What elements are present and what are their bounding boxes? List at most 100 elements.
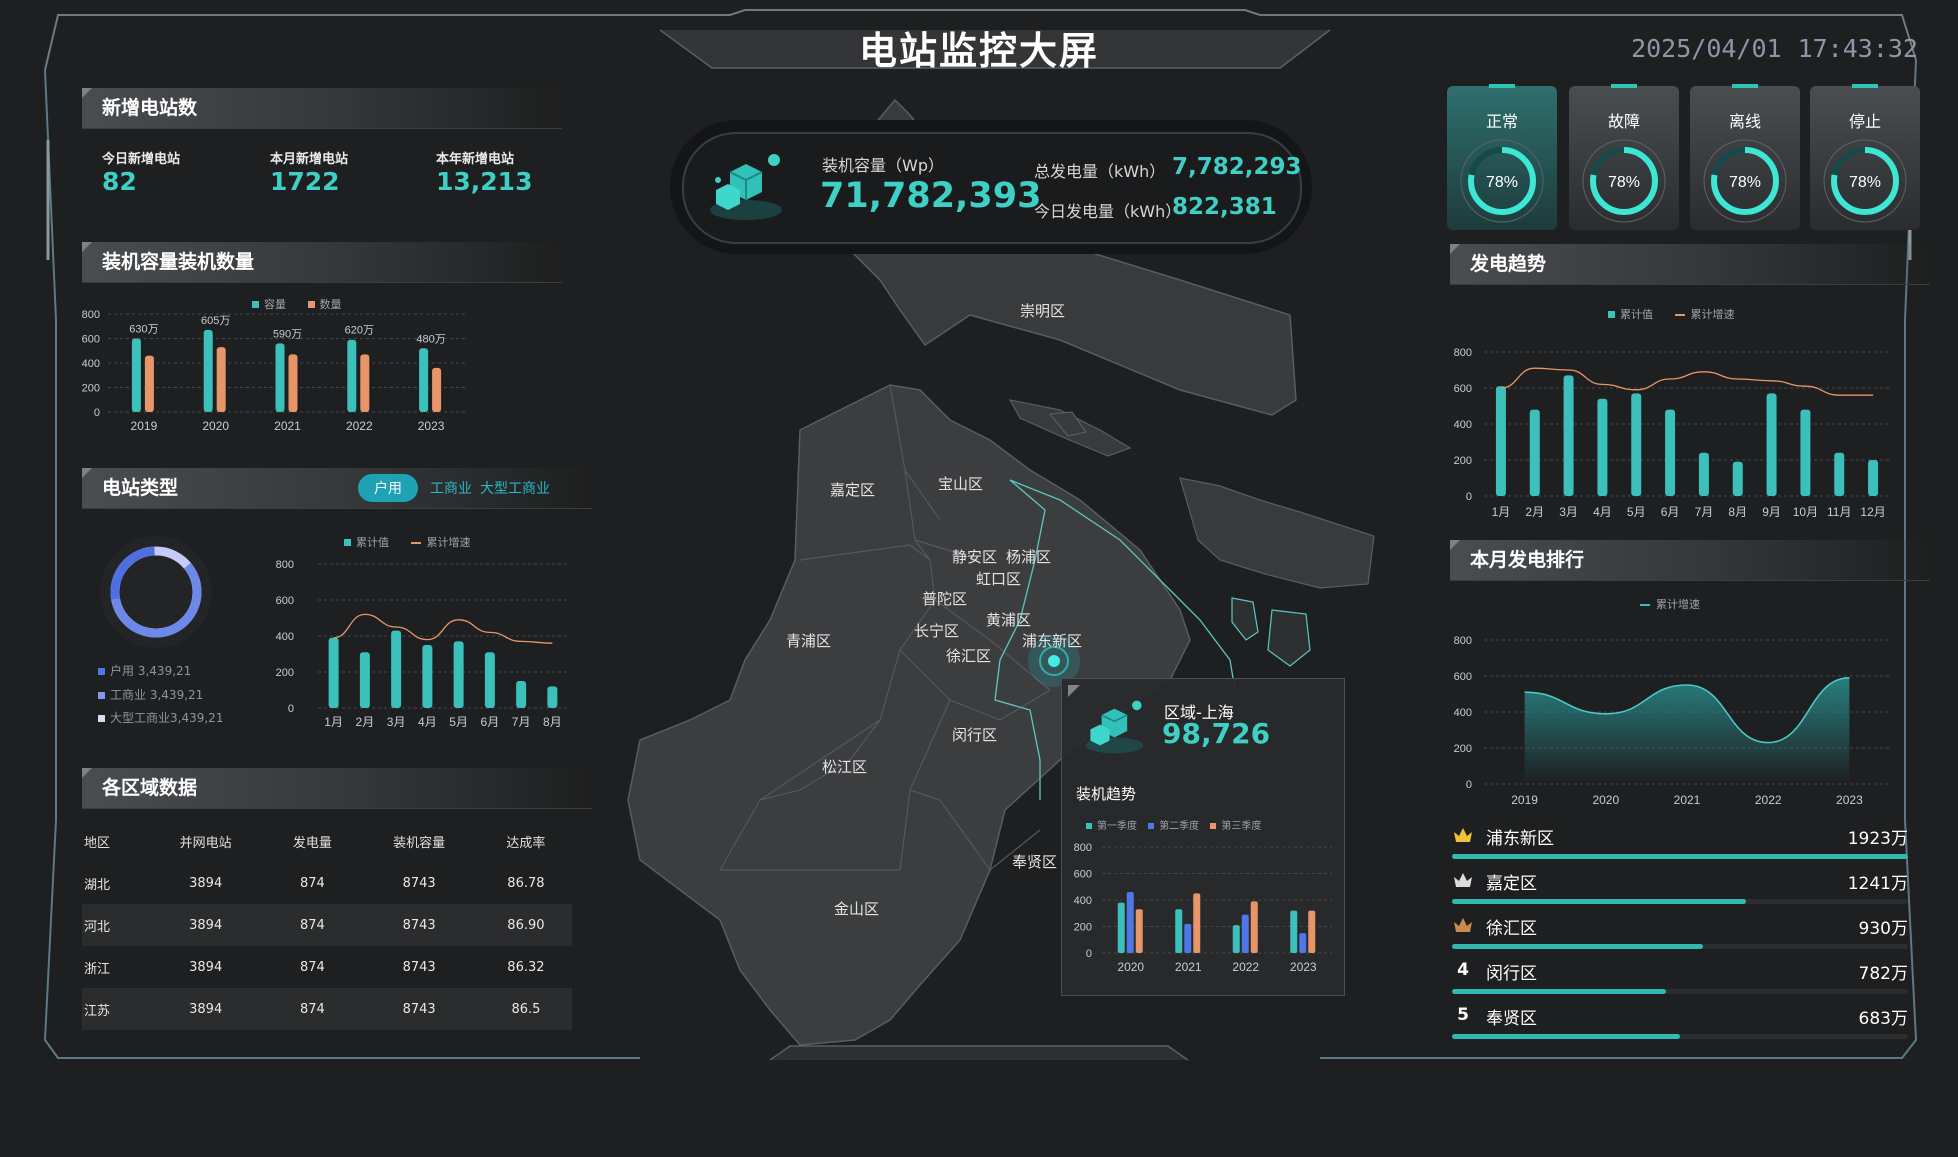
y-tick-label: 800: [1074, 842, 1092, 854]
capacity-bar-chart: 0 200 400 600 800 630万 2019 605万 2020 590万 2021 620…: [82, 309, 467, 433]
rank-number: 4: [1457, 960, 1469, 980]
donut-legend-large: 大型工商业3,439,21: [98, 709, 223, 726]
x-tick-label: 2022: [1755, 793, 1782, 807]
bar-count: [360, 354, 370, 412]
bar-gen-cumulative: [1495, 386, 1506, 496]
bar-quarter: [1135, 909, 1143, 953]
tab-residential[interactable]: 户用: [358, 474, 418, 502]
map-marker: [1048, 655, 1060, 667]
legend-swatch-q1: [1086, 823, 1092, 829]
bar-gen-cumulative: [1597, 398, 1608, 496]
x-tick-label: 9月: [1762, 505, 1781, 519]
cube-icon: [710, 154, 782, 220]
cell-rate: 86.90: [479, 904, 572, 946]
status-offline-card[interactable]: 离线 78%: [1690, 84, 1800, 230]
bar-gen-cumulative: [1563, 375, 1574, 496]
table-row[interactable]: 江苏 3894 874 8743 86.5: [82, 988, 572, 1030]
status-stopped-card[interactable]: 停止 78%: [1810, 84, 1920, 230]
bar-cumulative: [484, 652, 495, 708]
x-tick-label: 1月: [1492, 505, 1511, 519]
bar-quarter: [1250, 901, 1258, 953]
district-label: 宝山区: [938, 476, 983, 493]
status-normal-card[interactable]: 正常 78%: [1447, 84, 1557, 230]
rank-item[interactable]: 浦东新区 1923万: [1452, 818, 1908, 859]
rank-item[interactable]: 4 闵行区 782万: [1452, 953, 1908, 994]
y-tick-label: 200: [1454, 743, 1472, 755]
rank-name: 徐汇区: [1486, 919, 1537, 939]
x-tick-label: 2023: [1290, 960, 1317, 974]
bar-quarter: [1308, 910, 1316, 953]
district-label: 徐汇区: [946, 648, 991, 665]
cell-generation: 874: [300, 875, 325, 891]
status-fault-card[interactable]: 故障 78%: [1569, 84, 1679, 230]
cell-generation: 874: [266, 904, 359, 946]
status-label-fault: 故障: [1607, 112, 1640, 131]
bar-cumulative: [422, 645, 433, 708]
capacity-value: 71,782,393: [820, 176, 1042, 216]
table-row[interactable]: 浙江 3894 874 8743 86.32: [82, 946, 572, 988]
district-label: 金山区: [834, 901, 879, 918]
bar-quarter: [1126, 892, 1134, 953]
capacity-header: 装机容量装机数量: [82, 242, 562, 283]
y-tick-label: 800: [276, 559, 294, 571]
rank-number: 5: [1457, 1005, 1469, 1025]
rank-bar-fill: [1452, 899, 1747, 904]
total-gen-value: 7,782,293: [1172, 154, 1302, 180]
district-label: 虹口区: [976, 571, 1021, 588]
region-popup[interactable]: 区域-上海 98,726 装机趋势 第一季度 第二季度 第三季度 0 200 400…: [1061, 678, 1345, 996]
stat-value-today: 82: [102, 167, 137, 196]
table-row[interactable]: 湖北 3894 874 8743 86.78: [82, 862, 572, 904]
station-type-donut: [100, 536, 212, 648]
col-generation: 发电量: [292, 835, 332, 851]
status-cap: [1732, 84, 1758, 88]
district-label: 嘉定区: [830, 482, 875, 499]
ring-percent: 78%: [1729, 174, 1761, 191]
tab-commercial[interactable]: 工商业: [430, 481, 472, 497]
legend-swatch-q2: [1148, 823, 1155, 829]
legend-q2: 第二季度: [1159, 821, 1200, 832]
cell-stations: 3894: [145, 988, 267, 1030]
rank-item[interactable]: 5 奉贤区 683万: [1452, 998, 1908, 1039]
date-text: 2025/04/01: [1631, 34, 1782, 63]
bar-gen-cumulative: [1800, 409, 1811, 496]
table-header-row: 地区 并网电站 发电量 装机容量 达成率: [82, 820, 572, 862]
legend-swatch-count: [307, 301, 315, 308]
rank-item[interactable]: 嘉定区 1241万: [1452, 863, 1908, 904]
station-type-tabs: 户用 工商业 大型工商业: [358, 474, 550, 502]
legend-swatch-gen-cum: [1608, 311, 1615, 318]
donut-swatch-residential: [98, 668, 105, 675]
donut-label-commercial: 工商业: [110, 688, 147, 702]
bar-count: [216, 347, 226, 412]
x-tick-label: 2月: [1525, 505, 1544, 519]
legend-swatch-cum: [344, 539, 351, 546]
y-tick-label: 600: [276, 595, 294, 607]
y-tick-label: 600: [1454, 383, 1472, 395]
legend-gen-cum: 累计值: [1620, 308, 1653, 321]
legend-q1: 第一季度: [1097, 821, 1137, 832]
today-gen-label: 今日发电量（kWh）: [1034, 202, 1182, 221]
bar-gen-cumulative: [1631, 393, 1642, 496]
bar-data-label: 620万: [345, 325, 374, 337]
x-tick-label: 6月: [1661, 505, 1680, 519]
line-gen-growth: [1500, 367, 1874, 396]
status-ring-fault: 78%: [1582, 139, 1666, 223]
x-tick-label: 2月: [356, 715, 375, 729]
tab-large-commercial[interactable]: 大型工商业: [480, 481, 550, 497]
donut-value-residential: 3,439,21: [137, 664, 192, 678]
x-tick-label: 3月: [1559, 505, 1578, 519]
district-label: 杨浦区: [1006, 549, 1051, 566]
x-tick-label: 2019: [1511, 793, 1538, 807]
y-tick-label: 0: [1086, 948, 1092, 960]
rank-bar-fill: [1452, 944, 1703, 949]
x-tick-label: 2022: [1232, 960, 1259, 974]
capacity-label: 装机容量（Wp）: [822, 156, 944, 175]
status-label-normal: 正常: [1485, 112, 1518, 131]
x-tick-label: 5月: [449, 715, 468, 729]
bar-gen-cumulative: [1665, 409, 1676, 496]
legend-swatch-gen-growth: [1674, 314, 1685, 316]
bar-count: [288, 354, 298, 412]
rank-bar-fill: [1452, 1034, 1680, 1039]
monthly-rank-area-chart: 0 200 400 600 800 2019 2020 2021 2022 2023: [1454, 635, 1890, 807]
rank-item[interactable]: 徐汇区 930万: [1452, 908, 1908, 949]
table-row[interactable]: 河北 3894 874 8743 86.90: [82, 904, 572, 946]
